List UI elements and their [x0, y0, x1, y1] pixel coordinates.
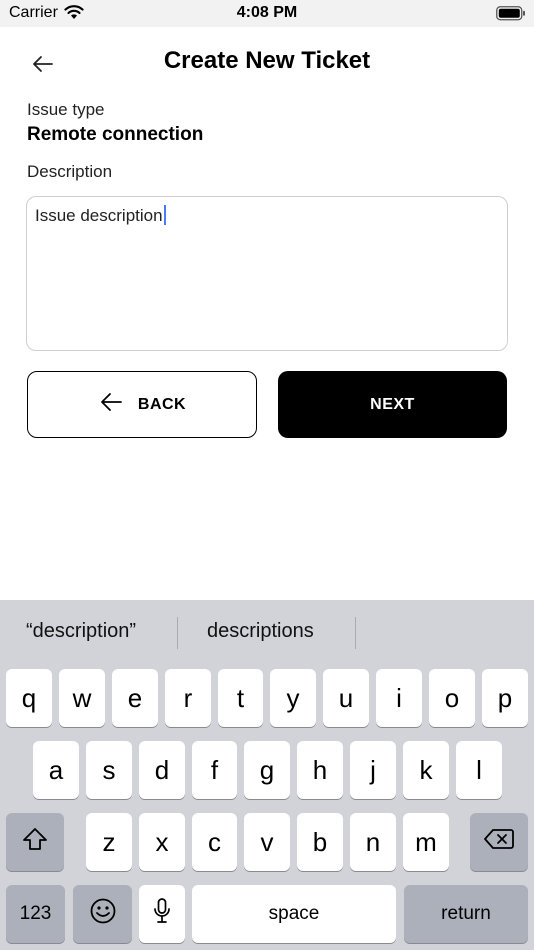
key-k[interactable]: k	[403, 741, 449, 799]
suggestion-item[interactable]: descriptions	[207, 620, 314, 643]
description-text: Issue description	[35, 206, 163, 225]
key-p[interactable]: p	[482, 669, 528, 727]
key-z[interactable]: z	[86, 813, 132, 871]
suggestion-item[interactable]: “description”	[26, 620, 136, 643]
arrow-left-icon	[98, 391, 124, 418]
key-w[interactable]: w	[59, 669, 105, 727]
key-d[interactable]: d	[139, 741, 185, 799]
issue-type-label: Issue type	[27, 100, 105, 119]
key-f[interactable]: f	[192, 741, 237, 799]
key-g[interactable]: g	[244, 741, 290, 799]
text-caret	[163, 205, 166, 225]
space-key[interactable]: space	[192, 885, 396, 943]
shift-key[interactable]	[6, 813, 64, 871]
key-r[interactable]: r	[165, 669, 211, 727]
key-e[interactable]: e	[112, 669, 158, 727]
key-m[interactable]: m	[403, 813, 449, 871]
status-time: 4:08 PM	[236, 4, 298, 21]
key-u[interactable]: u	[323, 669, 369, 727]
suggestion-bar: “description” descriptions	[0, 600, 534, 666]
shift-icon	[21, 826, 49, 859]
issue-type-value: Remote connection	[27, 124, 204, 145]
delete-key[interactable]	[470, 813, 528, 871]
key-v[interactable]: v	[244, 813, 290, 871]
back-button-label: BACK	[137, 395, 187, 413]
page-title: Create New Ticket	[163, 47, 371, 74]
key-o[interactable]: o	[429, 669, 475, 727]
key-l[interactable]: l	[456, 741, 502, 799]
key-j[interactable]: j	[350, 741, 396, 799]
microphone-icon	[152, 897, 172, 932]
key-i[interactable]: i	[376, 669, 422, 727]
battery-icon	[496, 6, 526, 26]
suggestion-divider	[177, 617, 178, 649]
status-bar: Carrier 4:08 PM	[0, 0, 534, 27]
suggestion-divider	[355, 617, 356, 649]
keyboard: “description” descriptions q w e r t y u…	[0, 600, 534, 950]
key-x[interactable]: x	[139, 813, 185, 871]
microphone-key[interactable]	[139, 885, 185, 943]
back-button[interactable]: BACK	[27, 371, 257, 438]
next-button-label: NEXT	[370, 395, 415, 413]
key-y[interactable]: y	[270, 669, 316, 727]
delete-icon	[483, 827, 515, 858]
key-t[interactable]: t	[218, 669, 263, 727]
key-b[interactable]: b	[297, 813, 343, 871]
key-q[interactable]: q	[6, 669, 52, 727]
key-s[interactable]: s	[86, 741, 132, 799]
description-field[interactable]: Issue description	[26, 196, 508, 351]
next-button[interactable]: NEXT	[278, 371, 507, 438]
numbers-key[interactable]: 123	[6, 885, 65, 943]
key-n[interactable]: n	[350, 813, 396, 871]
emoji-icon	[89, 897, 117, 932]
description-label: Description	[27, 162, 113, 181]
emoji-key[interactable]	[73, 885, 132, 943]
key-a[interactable]: a	[33, 741, 79, 799]
key-h[interactable]: h	[297, 741, 343, 799]
key-c[interactable]: c	[192, 813, 237, 871]
return-key[interactable]: return	[404, 885, 528, 943]
